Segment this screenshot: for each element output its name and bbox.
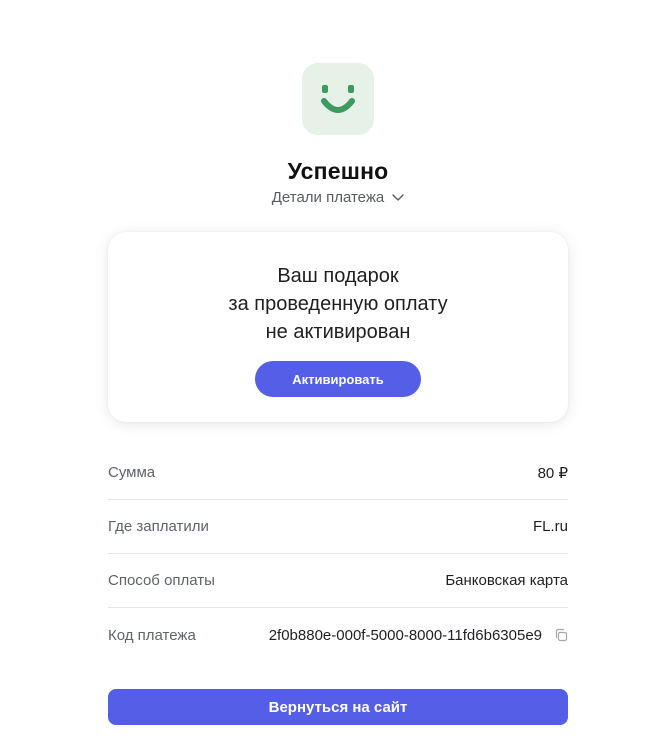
payment-details-list: Сумма 80 ₽ Где заплатили FL.ru Способ оп…: [108, 446, 568, 662]
detail-row-merchant: Где заплатили FL.ru: [108, 500, 568, 554]
payment-details-toggle-label: Детали платежа: [271, 189, 385, 206]
payment-code-wrap: 2f0b880e-000f-5000-8000-11fd6b6305e9: [269, 627, 568, 644]
success-logo: [302, 63, 374, 135]
detail-value: FL.ru: [532, 518, 568, 535]
detail-label: Способ оплаты: [108, 572, 215, 589]
page-title: Успешно: [287, 158, 389, 184]
detail-label: Код платежа: [108, 626, 196, 644]
detail-value: 80 ₽: [537, 464, 568, 482]
gift-card: Ваш подарок за проведенную оплату не акт…: [108, 232, 568, 422]
detail-row-payment-code: Код платежа 2f0b880e-000f-5000-8000-11fd…: [108, 608, 568, 662]
detail-row-amount: Сумма 80 ₽: [108, 446, 568, 500]
return-to-site-button[interactable]: Вернуться на сайт: [108, 689, 568, 725]
detail-label: Где заплатили: [108, 518, 209, 535]
payment-details-toggle[interactable]: Детали платежа: [0, 189, 660, 206]
gift-message-line: за проведенную оплату: [228, 293, 448, 315]
payment-code-value: 2f0b880e-000f-5000-8000-11fd6b6305e9: [268, 626, 542, 644]
activate-button[interactable]: Активировать: [255, 361, 421, 397]
copy-icon[interactable]: [554, 628, 568, 642]
detail-row-payment-method: Способ оплаты Банковская карта: [108, 554, 568, 608]
gift-message: Ваш подарок за проведенную оплату не акт…: [108, 262, 568, 346]
smiley-face-icon: [321, 85, 355, 113]
gift-message-line: не активирован: [265, 321, 411, 343]
detail-label: Сумма: [108, 464, 156, 481]
gift-message-line: Ваш подарок: [277, 265, 399, 287]
detail-value: Банковская карта: [445, 572, 568, 589]
chevron-down-icon: [392, 193, 404, 201]
